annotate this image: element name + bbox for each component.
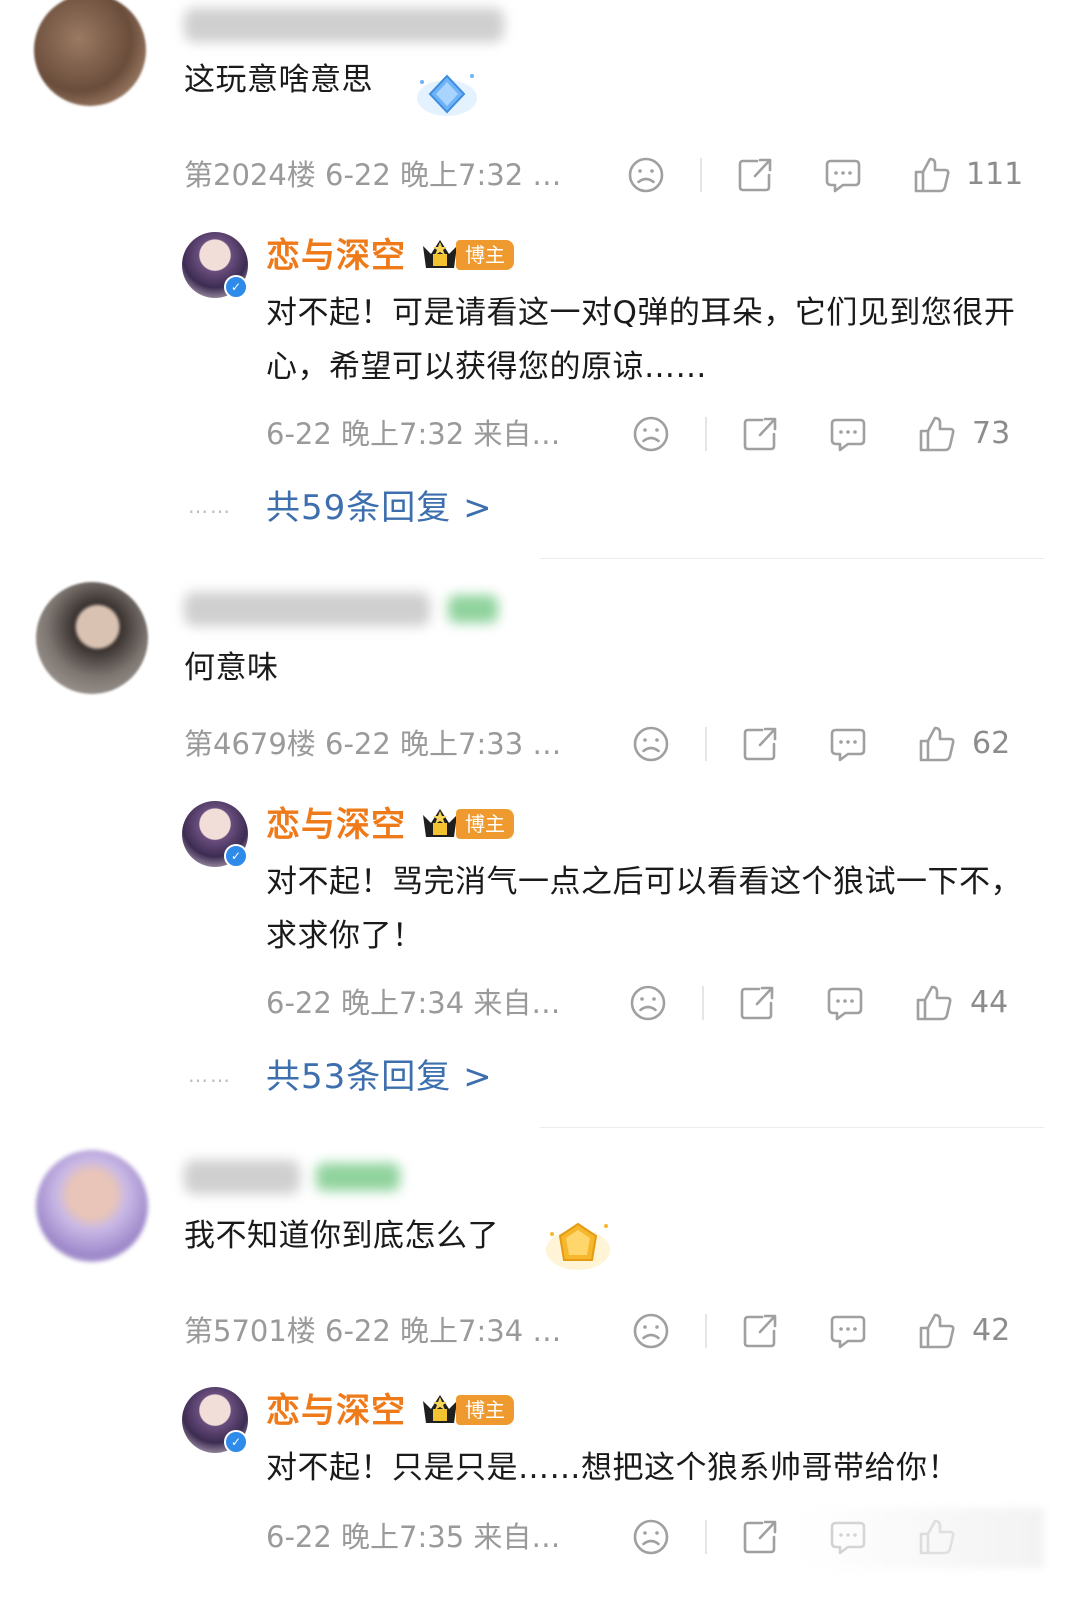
like-count: 44 <box>970 985 1009 1020</box>
reply-meta: 6-22 晚上7:32 来自… <box>266 417 561 451</box>
sad-face-icon[interactable] <box>631 1517 671 1557</box>
sad-face-icon[interactable] <box>631 724 671 764</box>
commenter-tag-blurred <box>316 1163 400 1191</box>
comment-meta: 第5701楼 6-22 晚上7:34 … <box>184 1314 562 1348</box>
commenter-name-blurred[interactable] <box>184 592 430 626</box>
sad-face-icon[interactable] <box>631 414 671 454</box>
sad-face-icon[interactable] <box>626 155 666 195</box>
comment-icon[interactable] <box>828 1311 868 1351</box>
thumbs-up-icon[interactable] <box>917 1311 957 1351</box>
thumbs-up-icon[interactable] <box>917 724 957 764</box>
reply-author-name[interactable]: 恋与深空 <box>266 805 406 845</box>
thumbs-up-icon[interactable] <box>914 983 954 1023</box>
like-count: 73 <box>972 416 1011 451</box>
view-replies-link[interactable]: 共53条回复 > <box>266 1057 493 1097</box>
diamond-sticker-icon <box>417 74 477 116</box>
reply-meta: 6-22 晚上7:35 来自… <box>266 1520 561 1554</box>
divider <box>700 158 702 192</box>
commenter-avatar[interactable] <box>36 582 148 694</box>
crown-icon <box>420 1389 460 1429</box>
share-icon[interactable] <box>740 414 780 454</box>
commenter-avatar[interactable] <box>36 1150 148 1262</box>
share-icon[interactable] <box>740 1311 780 1351</box>
verified-icon: ✓ <box>224 1430 248 1454</box>
verified-icon: ✓ <box>224 275 248 299</box>
section-divider <box>540 558 1044 559</box>
gold-gem-sticker-icon <box>546 1222 610 1270</box>
comment-meta: 第2024楼 6-22 晚上7:32 … <box>184 158 562 192</box>
like-count: 62 <box>972 726 1011 761</box>
share-icon[interactable] <box>740 724 780 764</box>
verified-icon: ✓ <box>224 844 248 868</box>
blogger-badge: 博主 <box>420 240 516 270</box>
like-count: 111 <box>966 157 1024 192</box>
comment-icon[interactable] <box>828 414 868 454</box>
badge-label: 博主 <box>456 1395 514 1425</box>
reply-text: 对不起！可是请看这一对Q弹的耳朵，它们见到您很开心，希望可以获得您的原谅…… <box>266 295 1016 385</box>
comment-icon[interactable] <box>825 983 865 1023</box>
divider <box>705 1520 707 1554</box>
reply-text: 对不起！只是只是……想把这个狼系帅哥带给你！ <box>266 1450 959 1486</box>
section-divider <box>540 1127 1044 1128</box>
share-icon[interactable] <box>737 983 777 1023</box>
comment-text: 我不知道你到底怎么了 <box>184 1218 499 1254</box>
comment-icon[interactable] <box>823 155 863 195</box>
like-count: 42 <box>972 1313 1011 1348</box>
crown-icon <box>420 803 460 843</box>
reply-author-name[interactable]: 恋与深空 <box>266 236 406 276</box>
reply-author-name[interactable]: 恋与深空 <box>266 1391 406 1431</box>
divider <box>705 417 707 451</box>
watermark-blur <box>800 1508 1044 1568</box>
ellipsis-dots: …… <box>188 1063 232 1087</box>
reply-text: 对不起！骂完消气一点之后可以看看这个狼试一下不，求求你了！ <box>266 864 1022 954</box>
reply-meta: 6-22 晚上7:34 来自… <box>266 986 561 1020</box>
thumbs-up-icon[interactable] <box>917 414 957 454</box>
commenter-tag-blurred <box>448 595 498 623</box>
ellipsis-dots: …… <box>188 494 232 518</box>
comment-text: 何意味 <box>184 650 279 686</box>
crown-icon <box>420 234 460 274</box>
commenter-name-blurred[interactable] <box>184 8 504 42</box>
badge-label: 博主 <box>456 809 514 839</box>
blogger-badge: 博主 <box>420 809 516 839</box>
commenter-name-blurred[interactable] <box>184 1160 300 1194</box>
divider <box>705 1314 707 1348</box>
comment-meta: 第4679楼 6-22 晚上7:33 … <box>184 727 562 761</box>
view-replies-link[interactable]: 共59条回复 > <box>266 488 493 528</box>
share-icon[interactable] <box>740 1517 780 1557</box>
sad-face-icon[interactable] <box>628 983 668 1023</box>
comment-text: 这玩意啥意思 <box>184 62 373 98</box>
sad-face-icon[interactable] <box>631 1311 671 1351</box>
divider <box>705 727 707 761</box>
divider <box>702 986 704 1020</box>
blogger-badge: 博主 <box>420 1395 516 1425</box>
commenter-avatar[interactable] <box>34 0 146 106</box>
share-icon[interactable] <box>735 155 775 195</box>
comment-icon[interactable] <box>828 724 868 764</box>
badge-label: 博主 <box>456 240 514 270</box>
thumbs-up-icon[interactable] <box>912 155 952 195</box>
